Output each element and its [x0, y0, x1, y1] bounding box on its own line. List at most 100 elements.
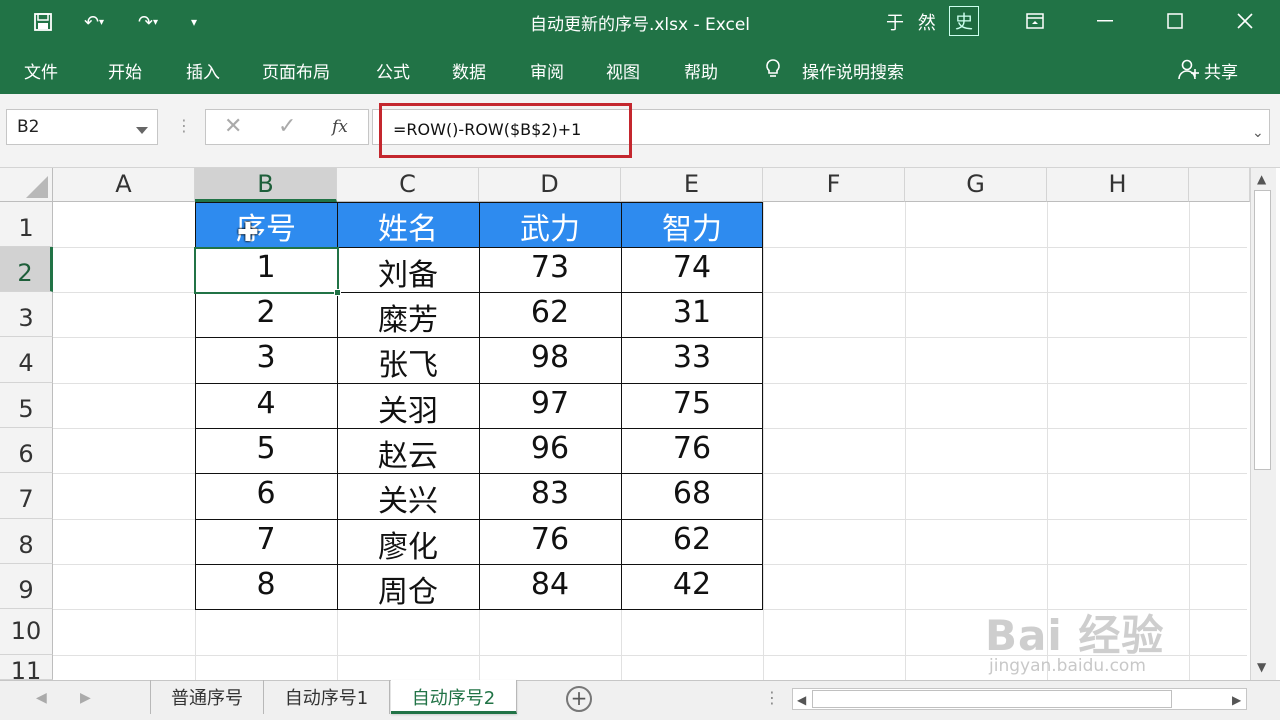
table-cell[interactable]: 31 — [621, 295, 763, 330]
add-sheet-icon[interactable]: + — [566, 686, 592, 712]
column-header-b[interactable]: B — [195, 168, 337, 202]
row-header-4[interactable]: 4 — [0, 337, 53, 383]
table-header-cell[interactable]: 序号 — [195, 202, 337, 247]
table-cell[interactable]: 廖化 — [337, 522, 479, 566]
scroll-down-icon[interactable]: ▼ — [1257, 660, 1266, 674]
minimize-icon[interactable] — [1082, 4, 1128, 38]
maximize-icon[interactable] — [1152, 4, 1198, 38]
row-header-8[interactable]: 8 — [0, 519, 53, 564]
row-header-9[interactable]: 9 — [0, 564, 53, 609]
scroll-left-icon[interactable]: ◀ — [797, 693, 806, 707]
table-cell[interactable]: 96 — [479, 431, 621, 466]
table-cell[interactable]: 33 — [621, 340, 763, 375]
tab-split-handle-icon[interactable]: ⋮ — [764, 688, 780, 707]
table-cell[interactable]: 7 — [195, 522, 337, 557]
table-cell[interactable]: 83 — [479, 476, 621, 511]
row-header-5[interactable]: 5 — [0, 383, 53, 428]
tab-scroll-left-icon[interactable]: ◀ — [36, 690, 47, 706]
table-cell[interactable]: 刘备 — [337, 250, 479, 294]
column-header-f[interactable]: F — [763, 168, 905, 202]
table-cell[interactable]: 2 — [195, 295, 337, 330]
table-cell[interactable]: 76 — [479, 522, 621, 557]
column-header-e[interactable]: E — [621, 168, 763, 202]
vertical-scroll-thumb[interactable] — [1254, 190, 1271, 470]
tab-view[interactable]: 视图 — [606, 58, 640, 83]
table-cell[interactable]: 关羽 — [337, 386, 479, 430]
table-cell[interactable]: 6 — [195, 476, 337, 511]
user-name[interactable]: 于 然 — [886, 9, 940, 35]
table-cell[interactable]: 4 — [195, 386, 337, 421]
cancel-icon[interactable]: ✕ — [224, 114, 242, 139]
active-cell-selection[interactable] — [194, 247, 339, 294]
scroll-right-icon[interactable]: ▶ — [1232, 693, 1241, 707]
expand-formula-icon[interactable]: ⌄ — [1252, 125, 1264, 141]
table-header-cell[interactable]: 姓名 — [337, 202, 479, 247]
row-header-6[interactable]: 6 — [0, 428, 53, 473]
table-cell[interactable]: 84 — [479, 567, 621, 602]
column-header-d[interactable]: D — [479, 168, 621, 202]
name-box-dropdown-icon[interactable] — [136, 127, 148, 134]
tab-home[interactable]: 开始 — [108, 58, 142, 83]
tab-page-layout[interactable]: 页面布局 — [262, 58, 330, 83]
row-header-3[interactable]: 3 — [0, 292, 53, 337]
table-cell[interactable]: 3 — [195, 340, 337, 375]
table-cell[interactable]: 76 — [621, 431, 763, 466]
lightbulb-icon[interactable] — [764, 58, 782, 85]
tab-formulas[interactable]: 公式 — [376, 58, 410, 83]
row-header-10[interactable]: 10 — [0, 609, 53, 655]
row-header-7[interactable]: 7 — [0, 473, 53, 519]
table-cell[interactable]: 8 — [195, 567, 337, 602]
row-header-2[interactable]: 2 — [0, 247, 53, 292]
column-header-partial[interactable] — [1189, 168, 1250, 202]
share-button[interactable]: 共享 — [1204, 58, 1238, 83]
close-icon[interactable] — [1222, 4, 1268, 38]
horizontal-scroll-thumb[interactable] — [812, 690, 1172, 708]
share-icon[interactable] — [1178, 58, 1200, 85]
table-cell[interactable]: 糜芳 — [337, 295, 479, 339]
ribbon-display-icon[interactable] — [1012, 4, 1058, 38]
row-header-11[interactable]: 11 — [0, 655, 53, 680]
column-header-a[interactable]: A — [53, 168, 195, 202]
watermark-sub: jingyan.baidu.com — [989, 656, 1146, 676]
column-header-h[interactable]: H — [1047, 168, 1189, 202]
table-cell[interactable]: 68 — [621, 476, 763, 511]
table-header-cell[interactable]: 武力 — [479, 202, 621, 247]
column-header-c[interactable]: C — [337, 168, 479, 202]
scroll-up-icon[interactable]: ▲ — [1257, 172, 1266, 186]
sheet-tab-1[interactable]: 普通序号 — [150, 680, 264, 714]
table-border — [195, 383, 763, 384]
enter-icon[interactable]: ✓ — [278, 114, 296, 139]
table-cell[interactable]: 73 — [479, 250, 621, 285]
formula-bar-area: B2 ⋮ ✕ ✓ fx — [0, 94, 1280, 168]
table-cell[interactable]: 张飞 — [337, 340, 479, 384]
column-header-g[interactable]: G — [905, 168, 1047, 202]
sheet-tab-3[interactable]: 自动序号2 — [391, 680, 517, 714]
tell-me-search[interactable]: 操作说明搜索 — [802, 58, 904, 83]
table-cell[interactable]: 42 — [621, 567, 763, 602]
select-all-triangle-icon — [26, 176, 48, 198]
table-cell[interactable]: 98 — [479, 340, 621, 375]
table-cell[interactable]: 75 — [621, 386, 763, 421]
fill-handle[interactable] — [334, 289, 341, 296]
sheet-tab-2[interactable]: 自动序号1 — [264, 680, 390, 714]
table-cell[interactable]: 97 — [479, 386, 621, 421]
table-cell[interactable]: 赵云 — [337, 431, 479, 475]
table-cell[interactable]: 5 — [195, 431, 337, 466]
tab-help[interactable]: 帮助 — [684, 58, 718, 83]
tab-data[interactable]: 数据 — [452, 58, 486, 83]
table-header-cell[interactable]: 智力 — [621, 202, 763, 247]
table-cell[interactable]: 62 — [621, 522, 763, 557]
table-cell[interactable]: 74 — [621, 250, 763, 285]
user-avatar[interactable]: 史 — [949, 6, 979, 36]
insert-function-icon[interactable]: fx — [332, 117, 348, 137]
table-border — [195, 564, 763, 565]
tab-review[interactable]: 审阅 — [530, 58, 564, 83]
tab-file[interactable]: 文件 — [24, 58, 58, 83]
tab-insert[interactable]: 插入 — [186, 58, 220, 83]
table-cell[interactable]: 关兴 — [337, 476, 479, 520]
drag-handle-icon[interactable]: ⋮ — [176, 116, 192, 135]
tab-scroll-right-icon[interactable]: ▶ — [80, 690, 91, 706]
row-header-1[interactable]: 1 — [0, 202, 53, 247]
table-cell[interactable]: 周仓 — [337, 567, 479, 611]
table-cell[interactable]: 62 — [479, 295, 621, 330]
